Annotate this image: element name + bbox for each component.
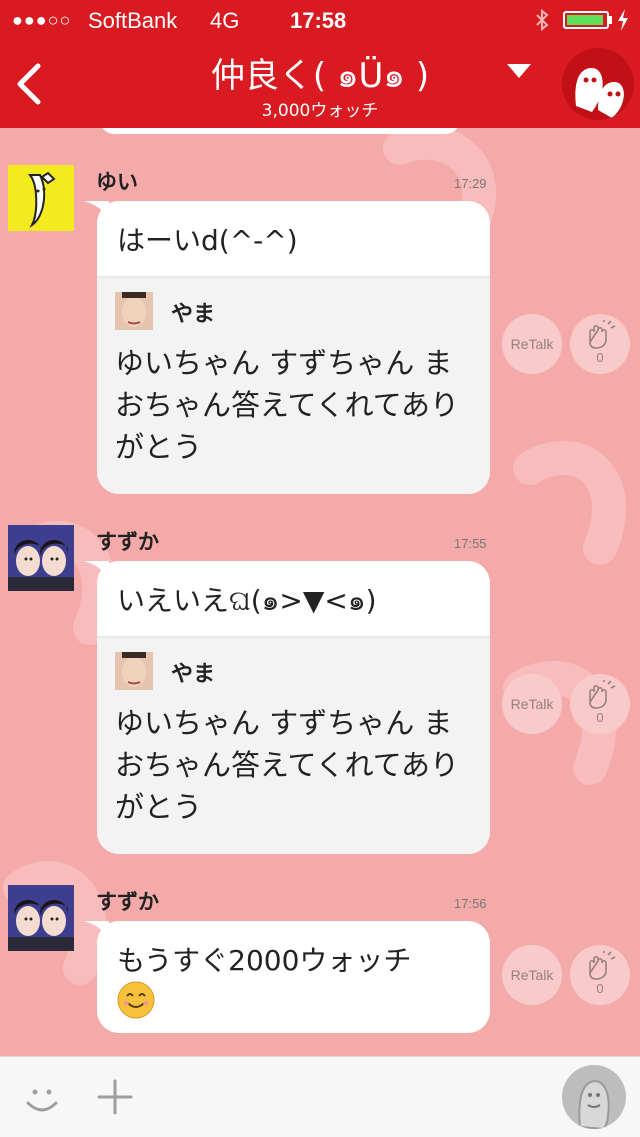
purikura-avatar-image	[8, 885, 74, 951]
clap-button[interactable]: 0	[570, 945, 630, 1005]
message-time: 17:29	[454, 176, 487, 191]
message-text: いえいえଘ(๑>▼<๑)	[117, 584, 377, 617]
watch-count: 3,000ウォッチ	[261, 101, 379, 121]
bubble-tail	[83, 921, 109, 939]
quoted-text: ゆいちゃん すずちゃん まおちゃん答えてくれてありがとう	[115, 346, 459, 464]
clap-button[interactable]: 0	[570, 314, 630, 374]
message-bubble[interactable]: もうすぐ2000ウォッチ	[83, 921, 490, 1033]
battery-icon	[563, 11, 609, 29]
retalk-button[interactable]: ReTalk	[502, 314, 562, 374]
face-photo-image	[115, 292, 153, 330]
ghost-icon	[575, 67, 624, 118]
chevron-left-icon[interactable]	[14, 62, 44, 106]
clap-hands-icon	[589, 680, 616, 709]
nav-bar: 仲良く( ๑Ü๑ ) 3,000ウォッチ	[0, 40, 640, 128]
quoted-username: やま	[171, 302, 216, 327]
chat-timeline[interactable]: ゆい 17:29 はーいd(^-^) やま ゆいちゃん すずちゃん まおちゃん答…	[0, 128, 640, 1056]
page-title: 仲良く( ๑Ü๑ )	[210, 56, 430, 96]
quoted-text: ゆいちゃん すずちゃん まおちゃん答えてくれてありがとう	[115, 706, 459, 824]
avatar[interactable]	[8, 165, 74, 231]
group-avatar[interactable]	[562, 48, 634, 120]
purikura-avatar-image	[8, 525, 74, 591]
carrier-name: SoftBank	[88, 8, 178, 33]
clap-count: 0	[596, 350, 604, 365]
clap-count: 0	[596, 710, 604, 725]
username: すずか	[96, 530, 159, 554]
clap-hands-icon	[589, 320, 616, 349]
battery-tip	[609, 16, 612, 24]
retalk-button[interactable]: ReTalk	[502, 674, 562, 734]
status-bar: ●●●○○ SoftBank 4G 17:58	[0, 0, 640, 40]
quoted-message[interactable]: やま ゆいちゃん すずちゃん まおちゃん答えてくれてありがとう	[97, 276, 490, 494]
quoted-message[interactable]: やま ゆいちゃん すずちゃん まおちゃん答えてくれてありがとう	[97, 636, 490, 854]
plus-icon[interactable]	[95, 1077, 135, 1117]
clap-count: 0	[596, 981, 604, 996]
bubble-tail	[83, 561, 109, 579]
retalk-button[interactable]: ReTalk	[502, 945, 562, 1005]
signal-strength: ●●●○○	[12, 10, 72, 30]
clap-button[interactable]: 0	[570, 674, 630, 734]
username: すずか	[96, 890, 159, 914]
message-bubble[interactable]: はーいd(^-^) やま ゆいちゃん すずちゃん まおちゃん答えてくれてありがと…	[83, 201, 490, 494]
input-bar	[0, 1056, 640, 1137]
quoted-username: やま	[171, 662, 216, 687]
ghost-icon[interactable]	[562, 1065, 626, 1129]
bluetooth-icon	[536, 8, 549, 32]
clock: 17:58	[290, 8, 347, 33]
clap-hands-icon	[589, 951, 616, 980]
network-type: 4G	[210, 8, 240, 33]
previous-message-bubble	[100, 128, 460, 134]
ghost-avatar-image	[578, 1079, 610, 1129]
avatar[interactable]	[8, 885, 74, 951]
message-time: 17:56	[454, 896, 487, 911]
avatar	[115, 292, 153, 330]
username: ゆい	[96, 170, 138, 194]
charging-bolt-icon	[618, 9, 628, 31]
face-photo-image	[115, 652, 153, 690]
avatar[interactable]	[8, 525, 74, 591]
message-time: 17:55	[454, 536, 487, 551]
triangle-down-icon[interactable]	[507, 64, 531, 78]
avatar	[115, 652, 153, 690]
smiley-emoji-icon	[117, 981, 155, 1019]
bubble-tail	[83, 201, 109, 219]
banana-avatar-image	[27, 171, 56, 228]
message-text: はーいd(^-^)	[117, 224, 298, 257]
message-bubble[interactable]: いえいえଘ(๑>▼<๑) やま ゆいちゃん すずちゃん まおちゃん答えてくれてあ…	[83, 561, 490, 854]
message-text: もうすぐ2000ウォッチ	[117, 944, 412, 977]
smiley-icon[interactable]	[22, 1079, 62, 1119]
